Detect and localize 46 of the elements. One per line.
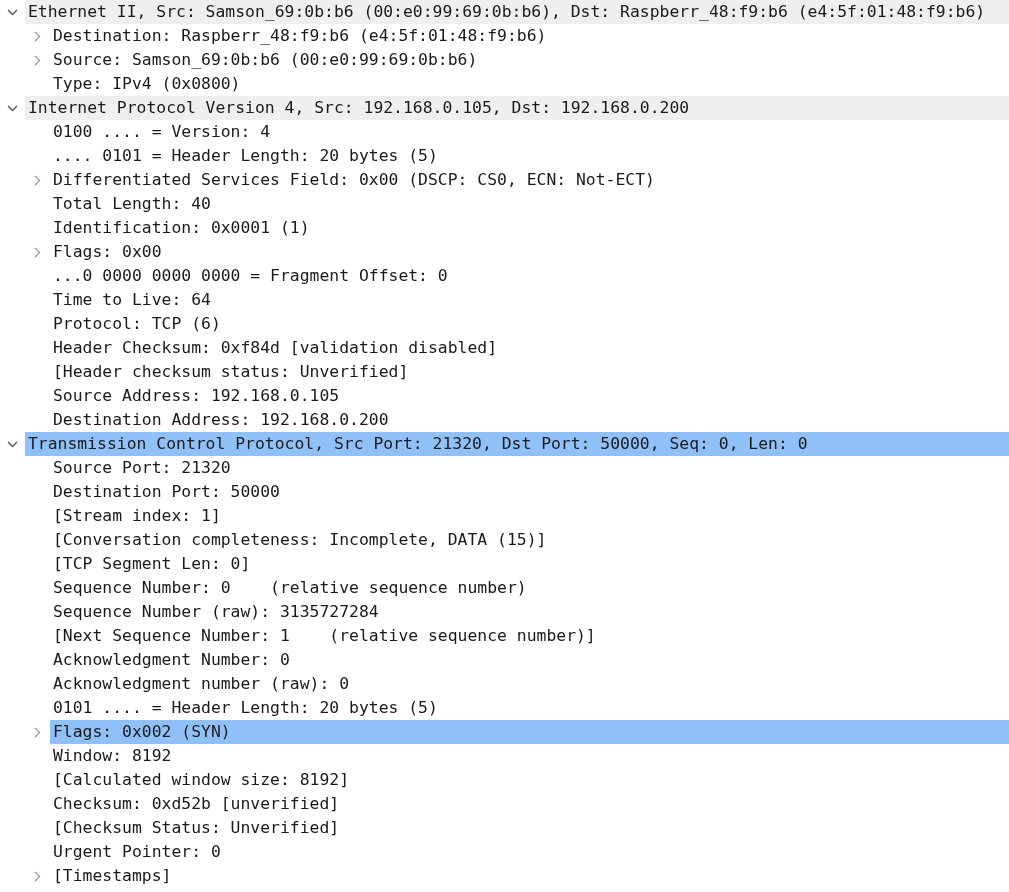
protocol-header-row[interactable]: Transmission Control Protocol, Src Port: 21320, Dst Port: 50000, Seq: 0, Len: 0 bbox=[25, 432, 1009, 456]
field-row[interactable]: Source Address: 192.168.0.105 bbox=[50, 384, 1009, 408]
field-row[interactable]: Total Length: 40 bbox=[50, 192, 1009, 216]
protocol-header-row[interactable]: Internet Protocol Version 4, Src: 192.168.0.105, Dst: 192.168.0.200 bbox=[25, 96, 1009, 120]
field-row[interactable]: 0100 .... = Version: 4 bbox=[50, 120, 1009, 144]
field-row[interactable]: Identification: 0x0001 (1) bbox=[50, 216, 1009, 240]
field-row[interactable]: Type: IPv4 (0x0800) bbox=[50, 72, 1009, 96]
field-row[interactable]: Acknowledgment number (raw): 0 bbox=[50, 672, 1009, 696]
field-row[interactable]: [Header checksum status: Unverified] bbox=[50, 360, 1009, 384]
field-row[interactable]: Destination Port: 50000 bbox=[50, 480, 1009, 504]
field-row[interactable]: Checksum: 0xd52b [unverified] bbox=[50, 792, 1009, 816]
chevron-right-icon[interactable] bbox=[34, 726, 41, 738]
field-row[interactable]: Sequence Number: 0 (relative sequence number) bbox=[50, 576, 1009, 600]
field-row[interactable]: 0101 .... = Header Length: 20 bytes (5) bbox=[50, 696, 1009, 720]
field-row[interactable]: Destination: Raspberr_48:f9:b6 (e4:5f:01:48:f9:b6) bbox=[50, 24, 1009, 48]
chevron-right-icon[interactable] bbox=[34, 246, 41, 258]
chevron-down-icon[interactable] bbox=[7, 440, 18, 448]
field-row[interactable]: Differentiated Services Field: 0x00 (DSCP: CS0, ECN: Not-ECT) bbox=[50, 168, 1009, 192]
field-row[interactable]: Urgent Pointer: 0 bbox=[50, 840, 1009, 864]
protocol-header-row[interactable]: Ethernet II, Src: Samson_69:0b:b6 (00:e0:99:69:0b:b6), Dst: Raspberr_48:f9:b6 (e4:5f:01:48:f9:b6) bbox=[25, 0, 1009, 24]
field-row[interactable]: [Next Sequence Number: 1 (relative sequence number)] bbox=[50, 624, 1009, 648]
chevron-right-icon[interactable] bbox=[34, 174, 41, 186]
field-row[interactable]: [TCP Segment Len: 0] bbox=[50, 552, 1009, 576]
field-row[interactable]: [Timestamps] bbox=[50, 864, 1009, 888]
field-row[interactable]: [Conversation completeness: Incomplete, DATA (15)] bbox=[50, 528, 1009, 552]
chevron-right-icon[interactable] bbox=[34, 870, 41, 882]
field-row[interactable]: [Checksum Status: Unverified] bbox=[50, 816, 1009, 840]
field-row[interactable]: ...0 0000 0000 0000 = Fragment Offset: 0 bbox=[50, 264, 1009, 288]
field-row[interactable]: .... 0101 = Header Length: 20 bytes (5) bbox=[50, 144, 1009, 168]
field-row[interactable]: [Calculated window size: 8192] bbox=[50, 768, 1009, 792]
chevron-right-icon[interactable] bbox=[34, 54, 41, 66]
field-row[interactable]: [Stream index: 1] bbox=[50, 504, 1009, 528]
chevron-down-icon[interactable] bbox=[7, 8, 18, 16]
chevron-down-icon[interactable] bbox=[7, 104, 18, 112]
field-row[interactable]: Protocol: TCP (6) bbox=[50, 312, 1009, 336]
field-row[interactable]: Destination Address: 192.168.0.200 bbox=[50, 408, 1009, 432]
field-row[interactable]: Time to Live: 64 bbox=[50, 288, 1009, 312]
chevron-right-icon[interactable] bbox=[34, 30, 41, 42]
field-row[interactable]: Acknowledgment Number: 0 bbox=[50, 648, 1009, 672]
field-row[interactable]: Sequence Number (raw): 3135727284 bbox=[50, 600, 1009, 624]
field-row[interactable]: Window: 8192 bbox=[50, 744, 1009, 768]
field-row[interactable]: Source Port: 21320 bbox=[50, 456, 1009, 480]
field-row[interactable]: Header Checksum: 0xf84d [validation disabled] bbox=[50, 336, 1009, 360]
field-row[interactable]: Flags: 0x00 bbox=[50, 240, 1009, 264]
field-row[interactable]: Source: Samson_69:0b:b6 (00:e0:99:69:0b:b6) bbox=[50, 48, 1009, 72]
field-row[interactable]: Flags: 0x002 (SYN) bbox=[50, 720, 1009, 744]
